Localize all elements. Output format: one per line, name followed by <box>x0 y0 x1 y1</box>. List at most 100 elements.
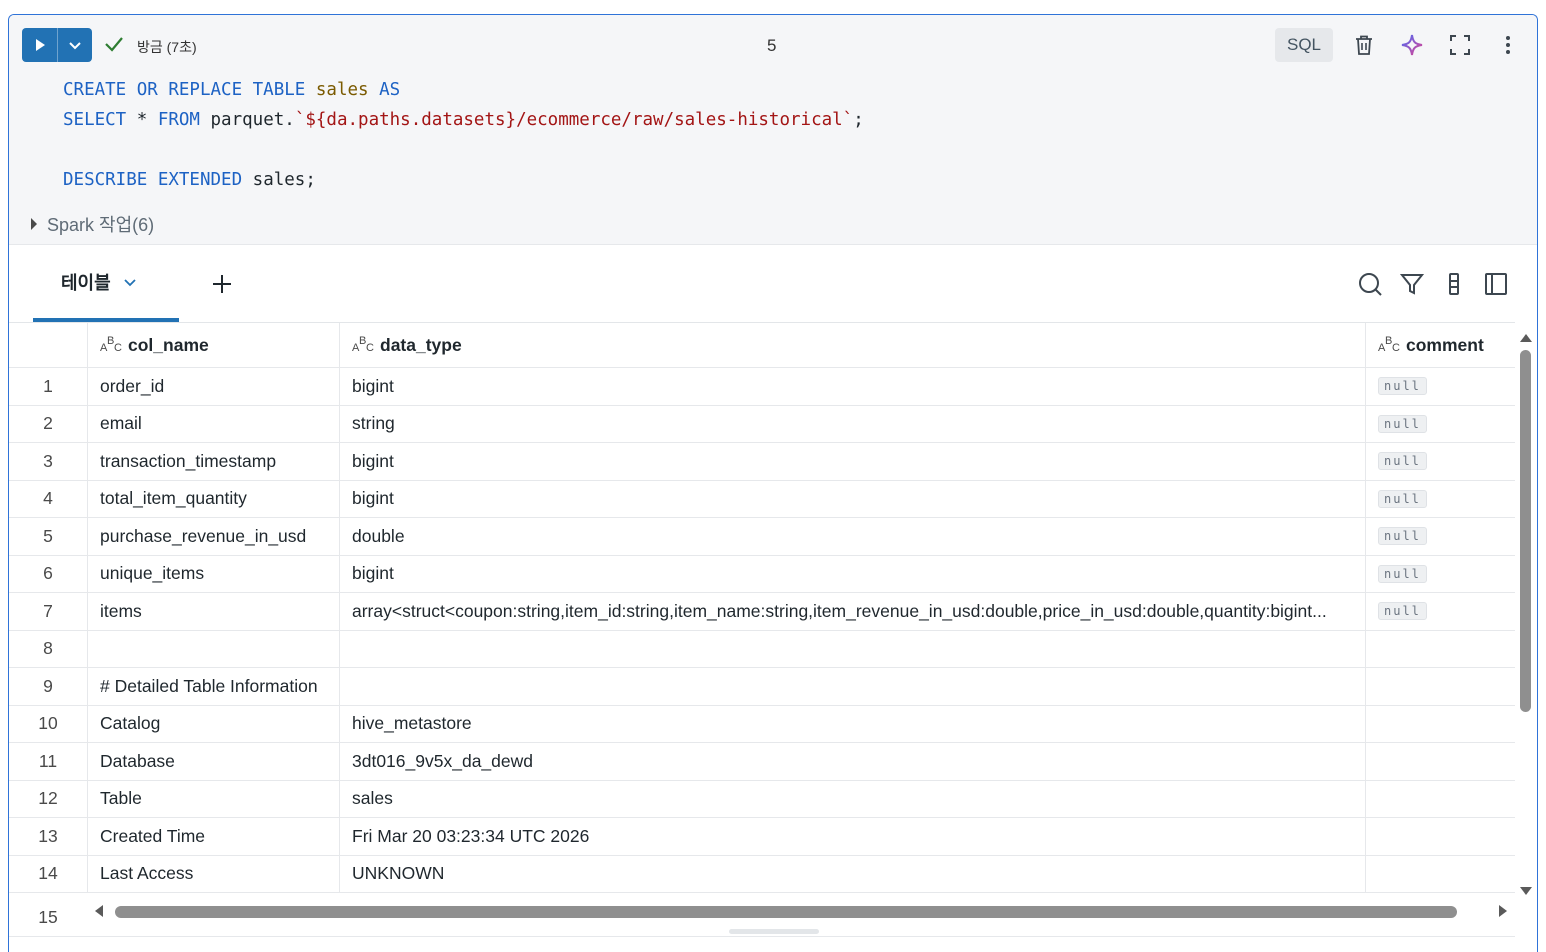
null-badge: null <box>1378 452 1427 471</box>
table-row[interactable]: 4 total_item_quantity bigint null <box>9 480 1515 518</box>
cell-comment[interactable] <box>1365 630 1515 667</box>
cell-comment[interactable]: null <box>1365 405 1515 442</box>
cell-data-type[interactable] <box>339 668 1365 705</box>
table-row[interactable]: 7 items array<struct<coupon:string,item_id… <box>9 593 1515 631</box>
cell-comment[interactable] <box>1365 705 1515 742</box>
row-index-header <box>9 323 87 367</box>
row-index: 10 <box>38 713 58 734</box>
code-editor[interactable]: 방금 (7초) 5 SQL CREATE OR REPLACE TABLE sa… <box>9 15 1537 244</box>
cell-comment[interactable] <box>1365 668 1515 705</box>
code-token: parquet. <box>199 110 295 130</box>
filter-icon[interactable] <box>1399 271 1425 297</box>
table-row[interactable]: 6 unique_items bigint null <box>9 555 1515 593</box>
cell-col-name[interactable]: items <box>87 593 339 630</box>
table-row[interactable]: 10 Catalog hive_metastore <box>9 705 1515 743</box>
language-badge[interactable]: SQL <box>1275 28 1333 62</box>
sparkle-icon[interactable] <box>1399 32 1425 58</box>
cell-col-name[interactable]: unique_items <box>87 555 339 592</box>
play-icon[interactable] <box>22 28 58 62</box>
cell-data-type[interactable]: string <box>339 405 1365 442</box>
column-header-label: col_name <box>128 334 209 355</box>
table-row[interactable]: 5 purchase_revenue_in_usd double null <box>9 518 1515 556</box>
horizontal-scrollbar[interactable] <box>115 906 1457 918</box>
table-row[interactable]: 8 <box>9 630 1515 668</box>
cell-data-type[interactable]: hive_metastore <box>339 705 1365 742</box>
cell-col-name[interactable] <box>87 630 339 667</box>
expand-icon[interactable] <box>1447 32 1473 58</box>
cell-col-name[interactable]: purchase_revenue_in_usd <box>87 518 339 555</box>
search-icon[interactable] <box>1357 271 1383 297</box>
cell-comment[interactable]: null <box>1365 518 1515 555</box>
sql-code[interactable]: CREATE OR REPLACE TABLE sales AS SELECT *… <box>63 75 864 195</box>
cell-col-name[interactable]: Last Access <box>87 855 339 892</box>
cell-comment[interactable]: null <box>1365 555 1515 592</box>
cell-data-type[interactable]: Fri Mar 20 03:23:34 UTC 2026 <box>339 818 1365 855</box>
cell-comment[interactable] <box>1365 855 1515 892</box>
notebook-cell: 방금 (7초) 5 SQL CREATE OR REPLACE TABLE sa… <box>8 14 1538 952</box>
trash-icon[interactable] <box>1351 32 1377 58</box>
cell-data-type[interactable]: double <box>339 518 1365 555</box>
table-row[interactable]: 13 Created Time Fri Mar 20 03:23:34 UTC 20… <box>9 818 1515 856</box>
spark-jobs-toggle[interactable]: Spark 작업(6) <box>29 211 154 237</box>
string-type-icon: ABC <box>100 335 122 354</box>
cell-data-type[interactable]: 3dt016_9v5x_da_dewd <box>339 743 1365 780</box>
cell-col-name[interactable]: order_id <box>87 368 339 405</box>
row-index: 2 <box>43 413 53 434</box>
table-row[interactable]: 2 email string null <box>9 405 1515 443</box>
scroll-up-icon[interactable] <box>1519 330 1533 348</box>
add-tab-button[interactable] <box>209 271 235 297</box>
tab-table[interactable]: 테이블 <box>33 245 179 322</box>
vertical-scrollbar[interactable] <box>1520 350 1531 712</box>
table-row[interactable]: 9 # Detailed Table Information <box>9 668 1515 706</box>
more-vertical-icon[interactable] <box>1495 32 1521 58</box>
table-row[interactable]: 12 Table sales <box>9 780 1515 818</box>
cell-data-type[interactable]: bigint <box>339 480 1365 517</box>
cell-col-name[interactable]: Created Time <box>87 818 339 855</box>
column-header-comment[interactable]: ABC comment <box>1365 323 1515 367</box>
cell-comment[interactable] <box>1365 780 1515 817</box>
cell-data-type[interactable]: bigint <box>339 368 1365 405</box>
cell-data-type[interactable]: array<struct<coupon:string,item_id:strin… <box>339 593 1365 630</box>
cell-data-type[interactable]: bigint <box>339 555 1365 592</box>
cell-comment[interactable]: null <box>1365 443 1515 480</box>
cell-col-name[interactable]: # Detailed Table Information <box>87 668 339 705</box>
row-index: 13 <box>38 825 58 846</box>
code-token: * <box>126 110 158 130</box>
code-token: sales <box>315 80 380 100</box>
chevron-down-icon[interactable] <box>58 28 92 62</box>
scroll-down-icon[interactable] <box>1519 883 1533 901</box>
cell-data-type[interactable] <box>339 630 1365 667</box>
column-header-data-type[interactable]: ABC data_type <box>339 323 1365 367</box>
table-row[interactable]: 3 transaction_timestamp bigint null <box>9 443 1515 481</box>
table-row[interactable]: 14 Last Access UNKNOWN <box>9 855 1515 893</box>
cell-resize-handle[interactable] <box>729 929 819 934</box>
row-index: 9 <box>43 675 53 696</box>
cell-comment[interactable]: null <box>1365 368 1515 405</box>
cell-col-name[interactable]: total_item_quantity <box>87 480 339 517</box>
run-status-text: 방금 (7초) <box>137 39 197 55</box>
table-row[interactable]: 11 Database 3dt016_9v5x_da_dewd <box>9 743 1515 781</box>
cell-col-name[interactable]: Catalog <box>87 705 339 742</box>
string-type-icon: ABC <box>1378 335 1400 354</box>
cell-comment[interactable] <box>1365 743 1515 780</box>
cell-data-type[interactable]: bigint <box>339 443 1365 480</box>
column-header-col-name[interactable]: ABC col_name <box>87 323 339 367</box>
cell-col-name[interactable]: Database <box>87 743 339 780</box>
sidebar-panel-icon[interactable] <box>1483 271 1509 297</box>
scroll-left-icon[interactable] <box>93 904 105 923</box>
results-table: ABC col_name ABC data_type ABC comment 1… <box>9 322 1515 902</box>
chevron-down-icon[interactable] <box>123 275 137 289</box>
cell-col-name[interactable]: email <box>87 405 339 442</box>
table-row[interactable]: 1 order_id bigint null <box>9 368 1515 406</box>
cell-col-name[interactable]: transaction_timestamp <box>87 443 339 480</box>
column-settings-icon[interactable] <box>1441 271 1467 297</box>
cell-comment[interactable]: null <box>1365 480 1515 517</box>
cell-col-name[interactable]: Table <box>87 780 339 817</box>
cell-data-type[interactable]: UNKNOWN <box>339 855 1365 892</box>
scroll-right-icon[interactable] <box>1497 904 1509 923</box>
cell-comment[interactable]: null <box>1365 593 1515 630</box>
cell-data-type[interactable]: sales <box>339 780 1365 817</box>
cell-comment[interactable] <box>1365 818 1515 855</box>
row-index: 6 <box>43 563 53 584</box>
run-cell-button[interactable] <box>22 28 92 62</box>
